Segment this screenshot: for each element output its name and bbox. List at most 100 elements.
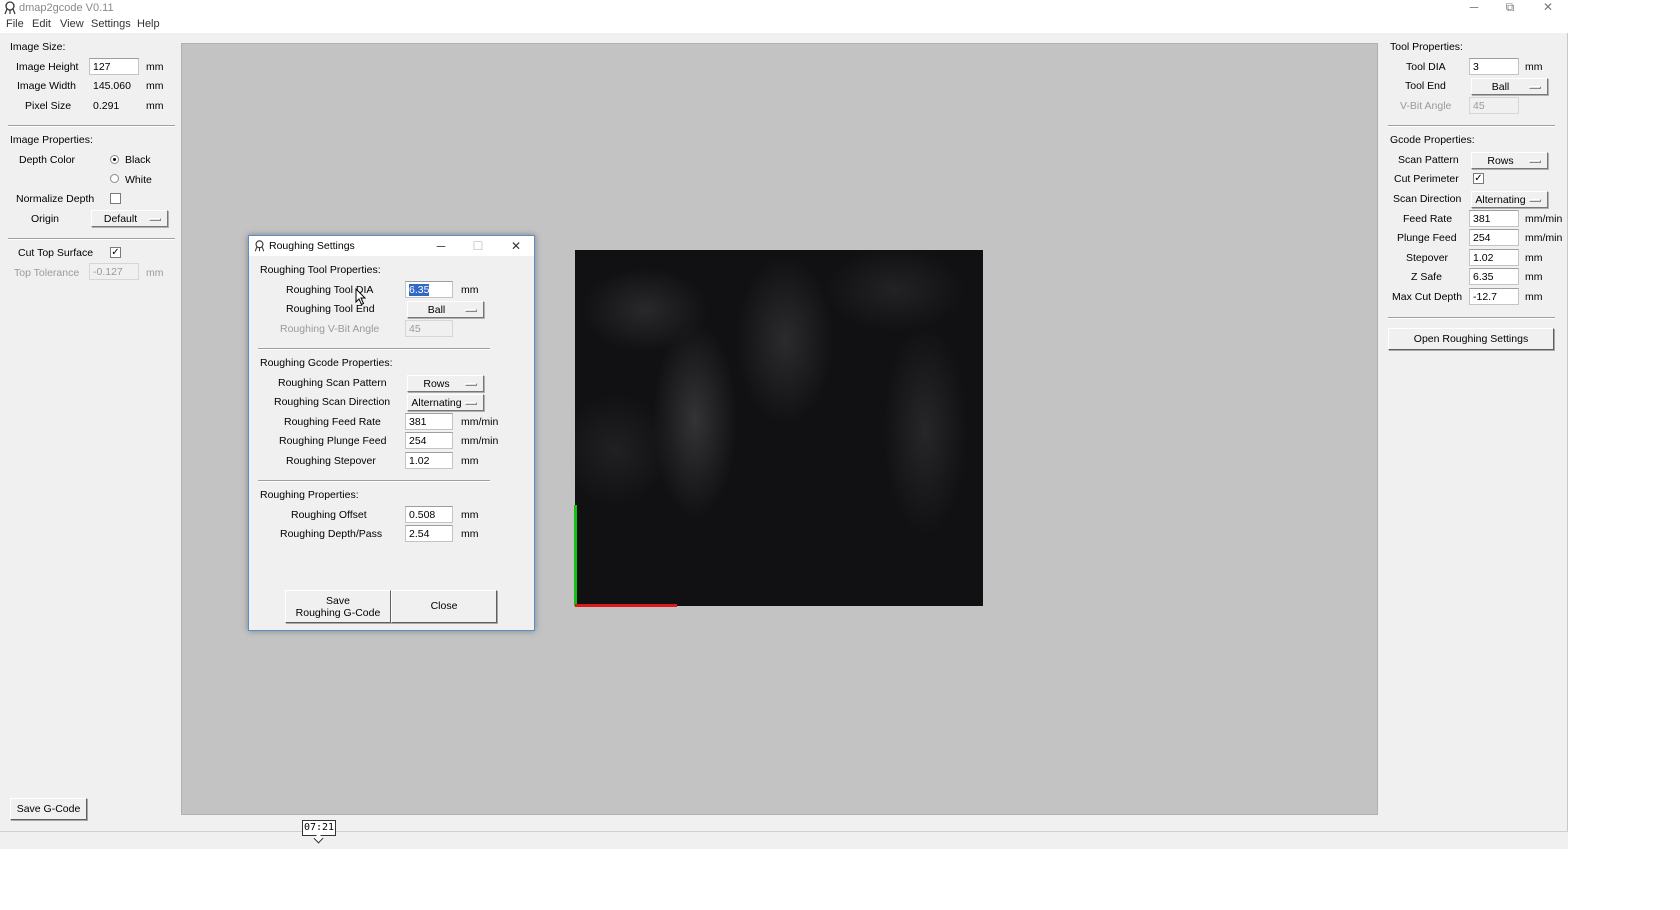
- image-size-header: Image Size:: [10, 41, 66, 53]
- cut-top-surface-checkbox[interactable]: ✓: [110, 247, 121, 258]
- dialog-minimize-button[interactable]: ─: [426, 237, 456, 255]
- roughing-plunge-feed-unit: mm/min: [461, 435, 499, 447]
- scan-direction-dropdown-value: Alternating: [1475, 194, 1526, 206]
- scan-pattern-dropdown-value: Rows: [1487, 155, 1514, 167]
- origin-dropdown[interactable]: Default: [91, 210, 168, 227]
- roughing-feed-rate-unit: mm/min: [461, 416, 499, 428]
- right-separator-1: [1388, 125, 1555, 127]
- plunge-feed-label: Plunge Feed: [1397, 232, 1457, 244]
- top-tolerance-unit: mm: [146, 267, 164, 279]
- pixel-size-unit: mm: [146, 100, 164, 112]
- menu-bar: File Edit View Settings Help: [0, 17, 1568, 33]
- scan-direction-dropdown[interactable]: Alternating: [1471, 191, 1548, 208]
- arrow-cursor-icon: [355, 288, 367, 306]
- z-safe-unit: mm: [1525, 271, 1543, 283]
- roughing-feed-rate-field[interactable]: 381: [405, 413, 453, 430]
- roughing-offset-field[interactable]: 0.508: [405, 506, 453, 523]
- option-menu-indicator-icon: [465, 402, 477, 405]
- roughing-scan-pattern-label: Roughing Scan Pattern: [278, 377, 387, 389]
- roughing-feed-rate-label: Roughing Feed Rate: [284, 416, 381, 428]
- origin-dropdown-value: Default: [103, 213, 138, 225]
- roughing-tool-end-dropdown-value: Ball: [427, 304, 446, 316]
- depth-color-black-label[interactable]: Black: [125, 154, 151, 166]
- dialog-title-bar[interactable]: Roughing Settings ─ ☐ ✕: [249, 236, 534, 256]
- scan-pattern-label: Scan Pattern: [1398, 154, 1459, 166]
- roughing-tool-end-dropdown[interactable]: Ball: [407, 301, 484, 318]
- image-width-unit: mm: [146, 80, 164, 92]
- roughing-stepover-unit: mm: [461, 455, 479, 467]
- scan-pattern-dropdown[interactable]: Rows: [1471, 152, 1548, 169]
- roughing-offset-unit: mm: [461, 509, 479, 521]
- roughing-offset-label: Roughing Offset: [291, 509, 367, 521]
- depth-color-white-radio[interactable]: [110, 174, 119, 183]
- depth-map-image: [575, 250, 983, 606]
- menu-help[interactable]: Help: [137, 18, 160, 30]
- roughing-plunge-feed-field[interactable]: 254: [405, 432, 453, 449]
- image-properties-header: Image Properties:: [10, 134, 93, 146]
- roughing-scan-pattern-dropdown[interactable]: Rows: [407, 375, 484, 392]
- roughing-vbit-angle-label: Roughing V-Bit Angle: [280, 323, 380, 335]
- dialog-close-icon[interactable]: ✕: [501, 237, 531, 255]
- stepover-field[interactable]: 1.02: [1469, 249, 1519, 266]
- roughing-depth-pass-label: Roughing Depth/Pass: [280, 528, 383, 540]
- roughing-depth-pass-unit: mm: [461, 528, 479, 540]
- menu-edit[interactable]: Edit: [32, 18, 51, 30]
- save-roughing-gcode-button[interactable]: Save Roughing G-Code: [285, 590, 391, 623]
- dialog-separator-1: [258, 348, 490, 350]
- roughing-depth-pass-field[interactable]: 2.54: [405, 525, 453, 542]
- roughing-gcode-properties-header: Roughing Gcode Properties:: [260, 357, 393, 369]
- timestamp-tooltip: 07:21: [302, 820, 336, 836]
- option-menu-indicator-icon: [465, 309, 477, 312]
- dialog-maximize-button: ☐: [472, 239, 484, 253]
- option-menu-indicator-icon: [149, 218, 161, 221]
- menu-view[interactable]: View: [60, 18, 84, 30]
- roughing-vbit-angle-field: 45: [405, 320, 453, 337]
- depth-color-white-label[interactable]: White: [125, 174, 152, 186]
- close-button[interactable]: ✕: [1530, 0, 1566, 16]
- menu-settings[interactable]: Settings: [91, 18, 131, 30]
- application-window: dmap2gcode V0.11 ─ ⧉ ✕ File Edit View Se…: [0, 0, 1568, 849]
- image-height-field[interactable]: 127: [89, 58, 139, 75]
- roughing-tool-dia-value: 6.35: [409, 284, 430, 296]
- option-menu-indicator-icon: [1529, 160, 1541, 163]
- roughing-scan-direction-label: Roughing Scan Direction: [274, 396, 391, 408]
- cut-perimeter-label: Cut Perimeter: [1394, 173, 1459, 185]
- dialog-close-button[interactable]: Close: [391, 590, 497, 623]
- pixel-size-label: Pixel Size: [25, 100, 72, 112]
- normalize-depth-checkbox[interactable]: [110, 193, 121, 204]
- image-height-unit: mm: [146, 61, 164, 73]
- feather-icon: [4, 1, 16, 15]
- option-menu-indicator-icon: [1529, 199, 1541, 202]
- dialog-title: Roughing Settings: [269, 240, 355, 252]
- tool-end-dropdown[interactable]: Ball: [1471, 78, 1548, 95]
- z-safe-field[interactable]: 6.35: [1469, 268, 1519, 285]
- feed-rate-label: Feed Rate: [1403, 213, 1453, 225]
- roughing-scan-direction-dropdown[interactable]: Alternating: [407, 394, 484, 411]
- status-bar: [0, 831, 1568, 849]
- image-height-label: Image Height: [16, 61, 79, 73]
- roughing-tool-properties-header: Roughing Tool Properties:: [260, 264, 381, 276]
- vbit-angle-field: 45: [1469, 97, 1519, 114]
- z-safe-label: Z Safe: [1411, 271, 1442, 283]
- tool-end-dropdown-value: Ball: [1491, 81, 1510, 93]
- roughing-tool-dia-field[interactable]: 6.35: [405, 281, 453, 298]
- max-cut-depth-field[interactable]: -12.7: [1469, 288, 1519, 305]
- option-menu-indicator-icon: [1529, 86, 1541, 89]
- depth-color-black-radio[interactable]: [110, 155, 119, 164]
- tool-end-label: Tool End: [1405, 80, 1446, 92]
- restore-button[interactable]: ⧉: [1492, 0, 1528, 16]
- menu-file[interactable]: File: [6, 18, 24, 30]
- top-tolerance-field: -0.127: [89, 263, 139, 280]
- cut-perimeter-checkbox[interactable]: ✓: [1473, 173, 1484, 184]
- roughing-tool-dia-unit: mm: [461, 284, 479, 296]
- open-roughing-settings-button[interactable]: Open Roughing Settings: [1388, 328, 1554, 350]
- image-width-label: Image Width: [17, 80, 76, 92]
- max-cut-depth-label: Max Cut Depth: [1392, 291, 1463, 303]
- save-gcode-button[interactable]: Save G-Code: [10, 798, 87, 820]
- roughing-scan-pattern-dropdown-value: Rows: [423, 378, 450, 390]
- roughing-stepover-field[interactable]: 1.02: [405, 452, 453, 469]
- minimize-button[interactable]: ─: [1456, 0, 1492, 16]
- plunge-feed-field[interactable]: 254: [1469, 229, 1519, 246]
- feed-rate-field[interactable]: 381: [1469, 210, 1519, 227]
- tool-dia-field[interactable]: 3: [1469, 58, 1519, 75]
